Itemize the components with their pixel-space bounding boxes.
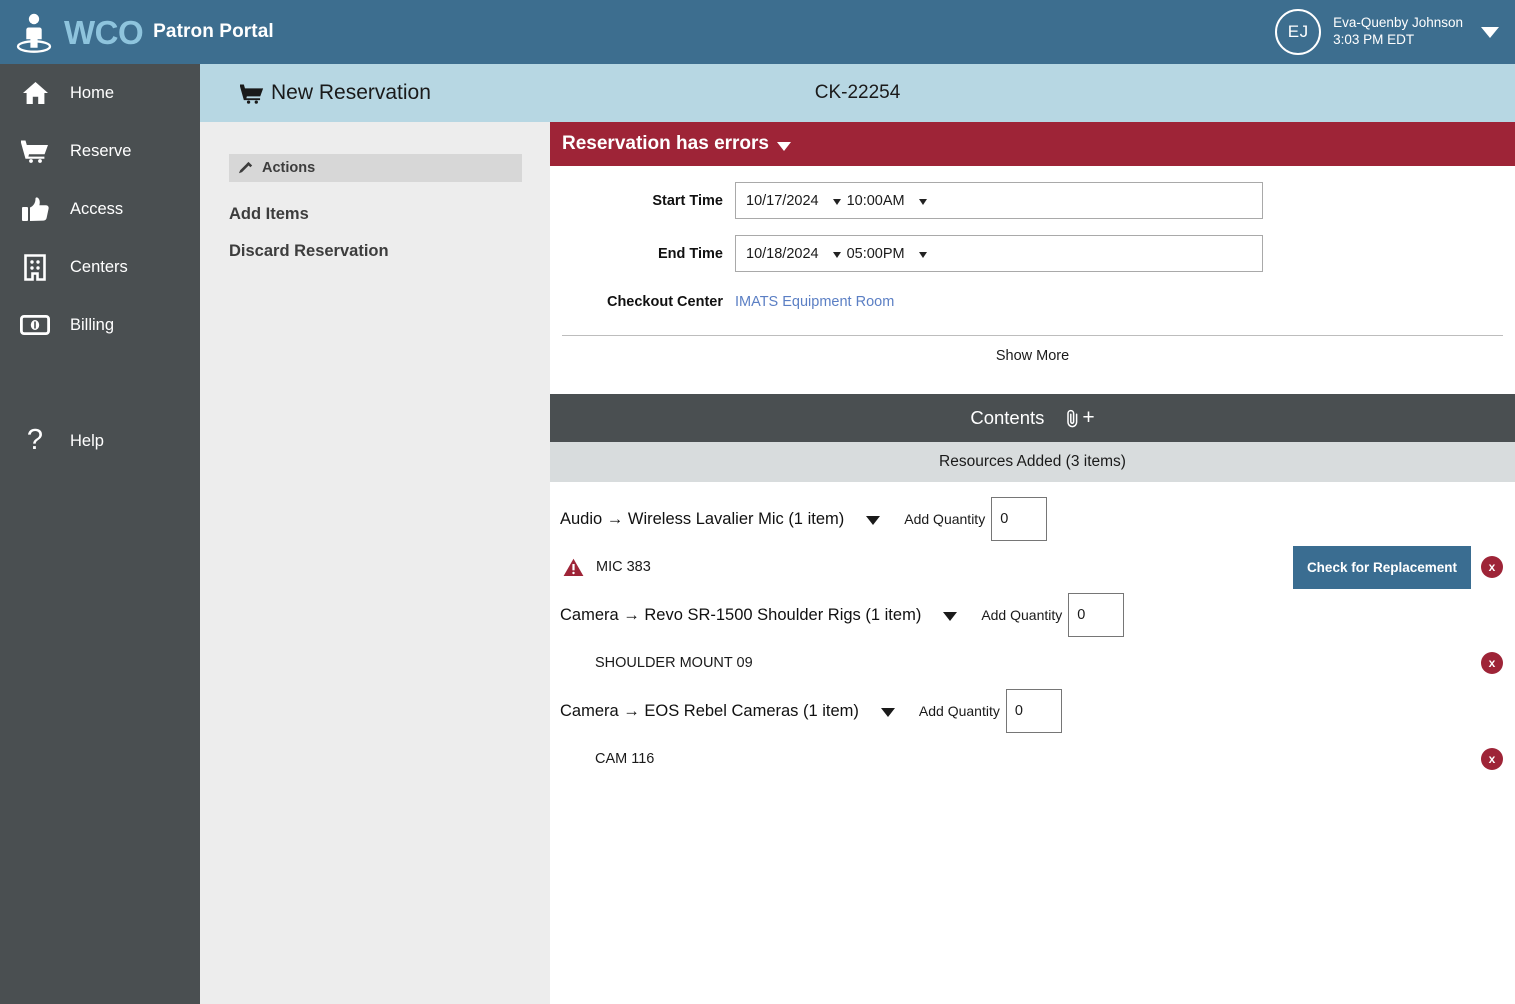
start-time-row: Start Time 10/17/2024 10:00AM — [550, 182, 1515, 219]
cart-icon — [240, 84, 264, 104]
remove-resource-button[interactable]: x — [1481, 748, 1503, 770]
add-quantity-input[interactable] — [991, 497, 1048, 541]
remove-resource-button[interactable]: x — [1481, 556, 1503, 578]
sidebar-item-label: Billing — [70, 315, 115, 334]
sidebar: Home Reserve Access Centers Billing ? He… — [0, 64, 200, 1004]
start-date-value[interactable]: 10/17/2024 — [746, 193, 819, 209]
add-quantity-label: Add Quantity — [981, 607, 1063, 623]
home-icon — [20, 78, 50, 108]
chevron-down-icon[interactable] — [777, 141, 791, 151]
resource-row: Camera → EOS Rebel Cameras (1 item) Add … — [550, 684, 1515, 738]
cart-icon — [20, 136, 50, 166]
svg-text:?: ? — [27, 426, 43, 456]
page-title-text: New Reservation — [271, 81, 431, 104]
chevron-down-icon[interactable] — [832, 198, 841, 205]
end-time-row: End Time 10/18/2024 05:00PM — [550, 235, 1515, 272]
end-time-label: End Time — [658, 245, 723, 262]
remove-resource-button[interactable]: x — [1481, 652, 1503, 674]
chevron-down-icon[interactable] — [918, 251, 927, 258]
resources-added-bar: Resources Added (3 items) — [550, 442, 1515, 482]
chevron-down-icon[interactable] — [866, 516, 881, 525]
add-quantity-input[interactable] — [1005, 689, 1062, 733]
sidebar-item-centers[interactable]: Centers — [0, 238, 200, 296]
end-time-field[interactable]: 10/18/2024 05:00PM — [735, 235, 1263, 272]
chevron-down-icon[interactable] — [918, 198, 927, 205]
resource-name: Camera → EOS Rebel Cameras (1 item) — [560, 701, 859, 720]
chevron-down-icon[interactable] — [943, 612, 958, 621]
user-time: 3:03 PM EDT — [1333, 32, 1415, 47]
top-bar: WCO Patron Portal EJ Eva-Quenby Johnson … — [0, 0, 1515, 64]
resource-row: Audio → Wireless Lavalier Mic (1 item) A… — [550, 492, 1515, 546]
sidebar-item-home[interactable]: Home — [0, 64, 200, 122]
actions-panel: Actions Add Items Discard Reservation — [200, 122, 550, 1004]
sidebar-item-label: Access — [70, 199, 124, 218]
error-banner[interactable]: Reservation has errors — [550, 122, 1515, 166]
chevron-down-icon[interactable] — [832, 251, 841, 258]
resource-tag-row: CAM 116 x — [550, 738, 1515, 780]
sidebar-item-label: Home — [70, 83, 115, 102]
actions-heading: Actions — [229, 154, 522, 182]
resource-list: Audio → Wireless Lavalier Mic (1 item) A… — [550, 482, 1515, 780]
thumbs-up-icon — [20, 194, 50, 224]
money-icon — [20, 310, 50, 340]
chevron-down-icon[interactable] — [1481, 26, 1499, 38]
resource-tag-row: SHOULDER MOUNT 09 x — [550, 642, 1515, 684]
resource-tag-label: CAM 116 — [595, 751, 655, 767]
contents-bar: Contents + — [550, 394, 1515, 442]
contents-title: Contents — [970, 407, 1045, 428]
sidebar-item-access[interactable]: Access — [0, 180, 200, 238]
sidebar-item-label: Reserve — [70, 141, 132, 160]
divider — [562, 335, 1503, 336]
start-time-label: Start Time — [652, 192, 723, 209]
user-name: Eva-Quenby Johnson — [1333, 15, 1463, 31]
resource-tag-row: MIC 383 Check for Replacement x — [550, 545, 1515, 589]
plus-icon: + — [1082, 406, 1095, 429]
page-title: New Reservation — [240, 81, 431, 105]
check-for-replacement-button[interactable]: Check for Replacement — [1292, 545, 1471, 589]
sidebar-item-help[interactable]: ? Help — [0, 412, 200, 470]
page-header: New Reservation CK-22254 — [200, 64, 1515, 122]
brand-portal-text: Patron Portal — [153, 21, 274, 42]
resource-tag-label: MIC 383 — [596, 559, 651, 575]
resource-tag-label: SHOULDER MOUNT 09 — [595, 655, 753, 671]
person-location-icon — [16, 13, 52, 53]
end-time-value[interactable]: 05:00PM — [847, 246, 905, 262]
add-quantity-label: Add Quantity — [918, 703, 1000, 719]
question-icon: ? — [20, 426, 50, 456]
sidebar-item-reserve[interactable]: Reserve — [0, 122, 200, 180]
checkout-center-link[interactable]: IMATS Equipment Room — [735, 294, 894, 310]
building-icon — [20, 252, 50, 282]
start-time-field[interactable]: 10/17/2024 10:00AM — [735, 182, 1263, 219]
warning-icon — [562, 556, 584, 578]
start-time-value[interactable]: 10:00AM — [847, 193, 905, 209]
error-banner-text: Reservation has errors — [562, 133, 769, 154]
sidebar-item-label: Centers — [70, 257, 128, 276]
resource-name: Camera → Revo SR-1500 Shoulder Rigs (1 i… — [560, 605, 922, 624]
resources-added-text: Resources Added (3 items) — [939, 453, 1126, 470]
checkout-center-label: Checkout Center — [606, 294, 723, 310]
resource-name: Audio → Wireless Lavalier Mic (1 item) — [560, 509, 845, 528]
main-content: Reservation has errors Start Time 10/17/… — [550, 122, 1515, 1004]
add-items-link[interactable]: Add Items — [229, 205, 550, 224]
checkout-center-row: Checkout Center IMATS Equipment Room — [550, 294, 1515, 310]
brand-logo[interactable]: WCO Patron Portal — [0, 11, 274, 53]
add-quantity-input[interactable] — [1068, 593, 1125, 637]
sidebar-item-billing[interactable]: Billing — [0, 296, 200, 354]
actions-heading-label: Actions — [262, 160, 316, 176]
end-date-value[interactable]: 10/18/2024 — [746, 246, 819, 262]
brand-wco-text: WCO — [64, 13, 144, 51]
paperclip-add-icon[interactable]: + — [1064, 406, 1095, 430]
user-menu[interactable]: EJ Eva-Quenby Johnson 3:03 PM EDT — [1275, 0, 1507, 64]
pencil-icon — [238, 160, 253, 173]
chevron-down-icon[interactable] — [880, 708, 895, 717]
avatar: EJ — [1275, 9, 1322, 55]
sidebar-item-label: Help — [70, 431, 104, 450]
resource-row: Camera → Revo SR-1500 Shoulder Rigs (1 i… — [550, 588, 1515, 642]
show-more-link[interactable]: Show More — [550, 348, 1515, 364]
add-quantity-label: Add Quantity — [904, 511, 986, 527]
discard-reservation-link[interactable]: Discard Reservation — [229, 242, 550, 261]
